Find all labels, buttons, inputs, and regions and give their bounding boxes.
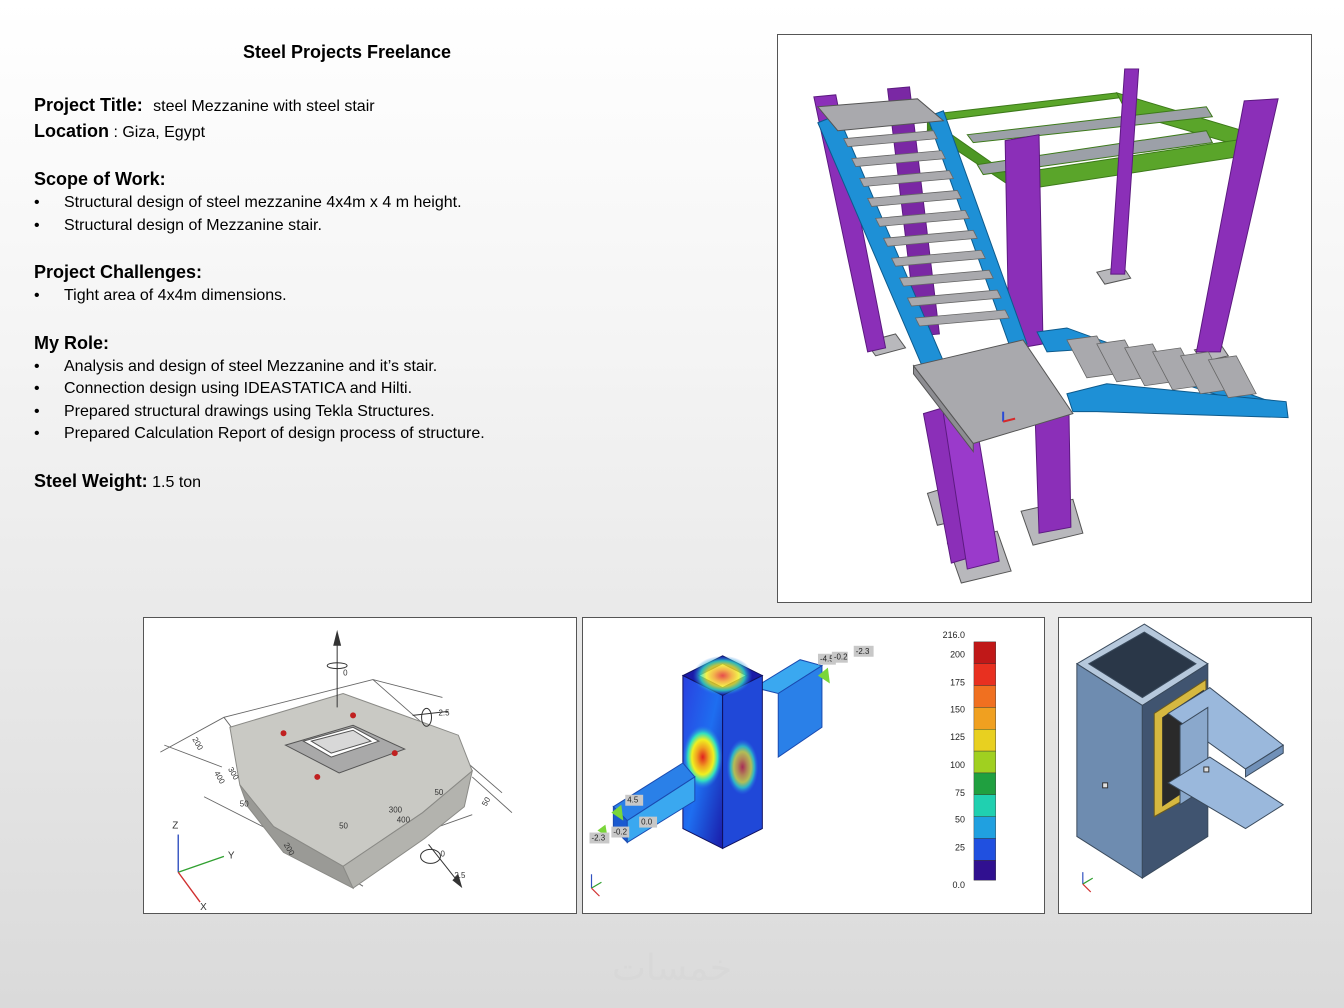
project-title-line: Project Title: steel Mezzanine with stee… — [34, 92, 734, 118]
legend-tick: 216.0 — [943, 630, 965, 640]
project-details: Project Title: steel Mezzanine with stee… — [34, 92, 734, 494]
stress-analysis-model: -4.5 -0.2 -2.3 4.5 0.0 -0.2 -2.3 216.0 2… — [582, 617, 1045, 914]
challenges-list: • Tight area of 4x4m dimensions. — [34, 285, 734, 308]
location-label: Location — [34, 121, 109, 141]
bullet: • — [34, 402, 40, 420]
page-title: Steel Projects Freelance — [242, 42, 452, 62]
project-title-label: Project Title: — [34, 95, 143, 115]
location-value: : Giza, Egypt — [113, 124, 206, 141]
svg-text:300: 300 — [389, 806, 403, 815]
axis-label-z: Z — [172, 821, 178, 832]
list-item: • Structural design of steel mezzanine 4x… — [34, 192, 734, 215]
column — [1034, 409, 1072, 534]
list-item: • Tight area of 4x4m dimensions. — [34, 285, 734, 308]
axis-label-y: Y — [228, 850, 235, 861]
svg-text:400: 400 — [397, 816, 411, 825]
role-section: My Role: • Analysis and design of steel M… — [34, 330, 734, 446]
role-list: • Analysis and design of steel Mezzanine … — [34, 356, 734, 446]
connection-drawing — [1075, 623, 1285, 893]
svg-text:50: 50 — [480, 795, 493, 808]
challenges-heading: Project Challenges: — [34, 262, 203, 282]
svg-text:4.5: 4.5 — [627, 796, 639, 805]
legend-tick: 0.0 — [953, 880, 965, 890]
svg-text:0.0: 0.0 — [641, 818, 653, 827]
beam-column-connection-model — [1058, 617, 1312, 914]
list-item: • Analysis and design of steel Mezzanine … — [34, 356, 734, 379]
list-item: • Connection design using IDEASTATICA and… — [34, 378, 734, 401]
legend-tick: 150 — [950, 704, 965, 714]
bullet: • — [34, 357, 40, 375]
bullet: • — [34, 287, 40, 304]
weight-label: Steel Weight: — [34, 470, 148, 491]
list-item: • Prepared structural drawings using Tekl… — [34, 401, 734, 424]
legend-tick: 75 — [955, 788, 965, 798]
axis-triad — [590, 874, 602, 897]
base-plate-drawing: 0 2.5 0 2.5 300 400 50 200 50 400 300 50… — [160, 629, 513, 913]
legend-tick: 50 — [955, 815, 965, 825]
base-plate-connection-model: 0 2.5 0 2.5 300 400 50 200 50 400 300 50… — [143, 617, 577, 914]
axis-triad — [177, 834, 225, 903]
stress-drawing: -4.5 -0.2 -2.3 4.5 0.0 -0.2 -2.3 216.0 2… — [589, 630, 996, 897]
legend-tick: 200 — [950, 650, 965, 660]
axis-triad — [1082, 872, 1094, 893]
weight-value: 1.5 ton — [152, 473, 202, 491]
list-item: • Prepared Calculation Report of design p… — [34, 423, 734, 446]
legend-tick: 175 — [950, 678, 965, 688]
svg-text:-2.3: -2.3 — [592, 833, 606, 842]
bullet: • — [34, 216, 40, 234]
svg-text:400: 400 — [212, 769, 227, 785]
bullet: • — [34, 380, 40, 397]
scope-section: Scope of Work: • Structural design of ste… — [34, 166, 734, 237]
role-heading: My Role: — [34, 332, 110, 353]
svg-text:-0.2: -0.2 — [613, 828, 627, 837]
mezzanine-model-drawing — [813, 68, 1289, 584]
svg-text:-2.3: -2.3 — [856, 647, 870, 656]
challenges-section: Project Challenges: • Tight area of 4x4m … — [34, 259, 734, 308]
weight-line: Steel Weight: 1.5 ton — [34, 468, 734, 494]
scope-list: • Structural design of steel mezzanine 4x… — [34, 192, 734, 237]
scope-heading: Scope of Work: — [34, 169, 166, 189]
svg-text:0: 0 — [343, 669, 348, 678]
list-item: • Structural design of Mezzanine stair. — [34, 215, 734, 238]
svg-text:50: 50 — [434, 788, 443, 797]
svg-text:2.5: 2.5 — [454, 871, 466, 880]
legend-tick: 100 — [950, 760, 965, 770]
project-title-value: steel Mezzanine with steel stair — [153, 98, 375, 115]
stress-legend-bar — [973, 641, 996, 881]
svg-text:-0.2: -0.2 — [834, 653, 848, 662]
svg-text:2.5: 2.5 — [438, 708, 450, 717]
svg-text:50: 50 — [240, 800, 249, 809]
legend-tick: 25 — [955, 842, 965, 852]
watermark-logo: خمسات — [611, 948, 733, 989]
location-line: Location : Giza, Egypt — [34, 118, 734, 144]
concrete-block — [229, 692, 473, 867]
bullet: • — [34, 425, 40, 442]
legend-tick: 125 — [950, 732, 965, 742]
svg-text:0: 0 — [440, 849, 445, 858]
green-beam — [925, 92, 1129, 122]
axis-label-x: X — [200, 902, 207, 913]
mezzanine-3d-model — [777, 34, 1312, 603]
bullet: • — [34, 194, 40, 211]
svg-text:50: 50 — [339, 822, 348, 831]
svg-text:200: 200 — [190, 736, 205, 752]
